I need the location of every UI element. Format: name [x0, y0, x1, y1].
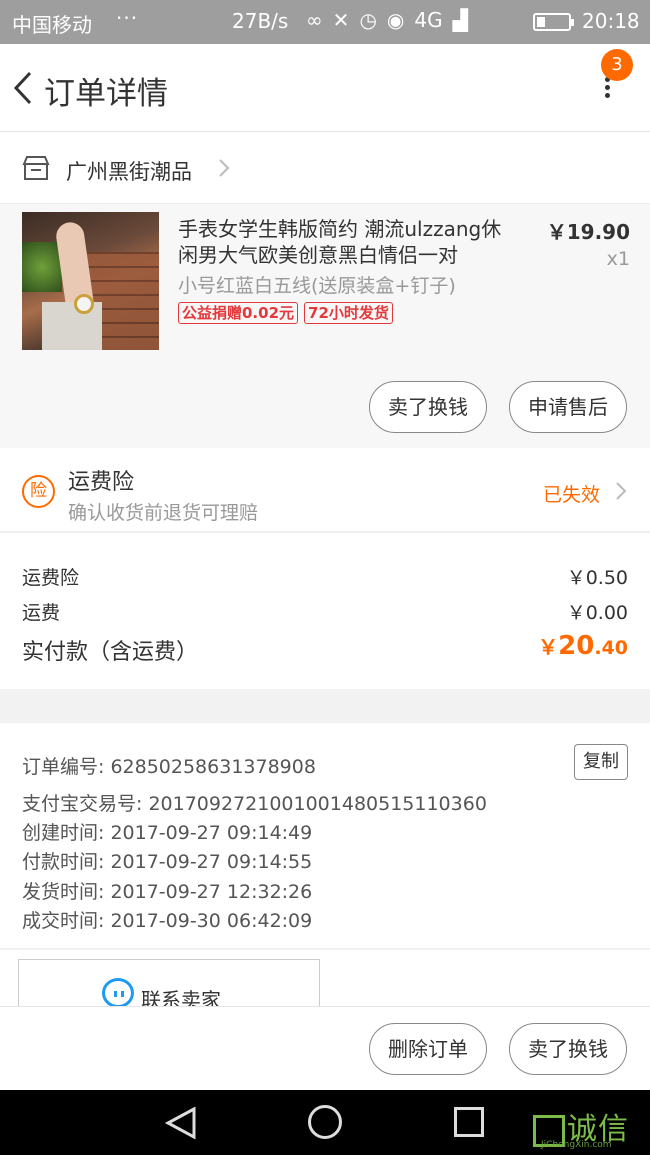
notification-badge: 3 [601, 49, 633, 81]
store-icon [22, 156, 50, 180]
total-value: ￥20.40 [538, 631, 628, 661]
product-thumbnail[interactable] [22, 212, 159, 350]
nav-recent-icon[interactable] [454, 1107, 484, 1137]
insurance-title: 运费险 [68, 470, 135, 495]
product-tags: 公益捐赠0.02元 72小时发货 [178, 302, 393, 324]
shipped-time: 发货时间: 2017-09-27 12:32:26 [22, 881, 313, 903]
network-speed: 27B/s [232, 9, 289, 33]
status-icons: ∞ ✕ ◷ ◉ 4G ▟ [306, 8, 468, 32]
delete-order-button[interactable]: 删除订单 [369, 1023, 487, 1075]
watermark-url: JiChengXin.com [541, 1140, 612, 1150]
clock: 20:18 [582, 9, 640, 33]
fee-label: 运费险 [22, 567, 80, 589]
order-info: 订单编号: 62850258631378908 复制 支付宝交易号: 20170… [0, 723, 650, 949]
completed-time: 成交时间: 2017-09-30 06:42:09 [22, 910, 313, 932]
contact-area: 联系卖家 [0, 950, 650, 1006]
sync-icon: ∞ [306, 8, 323, 32]
shipping-insurance-row[interactable]: 险 运费险 确认收货前退货可理赔 已失效 [0, 448, 650, 532]
resell-button[interactable]: 卖了换钱 [369, 381, 487, 433]
signal-icon: ▟ [452, 8, 468, 32]
insurance-subtitle: 确认收货前退货可理赔 [68, 502, 259, 524]
resell-button-bottom[interactable]: 卖了换钱 [509, 1023, 627, 1075]
product-item: 手表女学生韩版简约 潮流ulzzang休闲男大气欧美创意黑白情侣一对 小号红蓝白… [0, 204, 650, 448]
contact-label: 联系卖家 [141, 988, 221, 1006]
total-label: 实付款（含运费） [22, 640, 199, 665]
fee-row-total: 实付款（含运费） ￥20.40 [22, 631, 628, 666]
created-time: 创建时间: 2017-09-27 09:14:49 [22, 822, 313, 844]
order-number: 订单编号: 62850258631378908 [22, 756, 316, 778]
chat-icon [102, 978, 134, 1006]
product-name[interactable]: 手表女学生韩版简约 潮流ulzzang休闲男大气欧美创意黑白情侣一对 [178, 216, 518, 268]
bottom-action-bar: 删除订单 卖了换钱 [0, 1006, 650, 1090]
page-title: 订单详情 [44, 76, 168, 112]
back-arrow-icon[interactable] [10, 68, 38, 108]
copy-button[interactable]: 复制 [574, 744, 628, 780]
nav-back-icon[interactable] [164, 1106, 198, 1140]
battery-icon [533, 13, 574, 31]
insurance-icon: 险 [22, 475, 55, 508]
fee-value: ￥0.50 [566, 567, 628, 589]
shop-name: 广州黑街潮品 [66, 160, 192, 184]
fee-label: 运费 [22, 602, 61, 624]
fee-value: ￥0.00 [566, 602, 628, 624]
alipay-number: 支付宝交易号: 2017092721001001480515110360 [22, 793, 487, 815]
total-integer: 20 [558, 631, 595, 661]
nav-bar: 订单详情 3 [0, 44, 650, 132]
fee-row-insurance: 运费险 ￥0.50 [22, 563, 628, 590]
product-sku: 小号红蓝白五线(送原装盒+钉子) [178, 275, 456, 297]
tag-charity: 公益捐赠0.02元 [178, 302, 299, 324]
notification-dots: ··· [116, 6, 139, 30]
product-quantity: x1 [606, 248, 630, 270]
mute-icon: ✕ [332, 8, 350, 32]
network-type: 4G [414, 8, 443, 32]
contact-seller-button[interactable]: 联系卖家 [18, 959, 320, 1006]
after-sales-button[interactable]: 申请售后 [509, 381, 627, 433]
total-currency: ￥ [538, 635, 559, 659]
status-bar: 中国移动 ··· 27B/s ∞ ✕ ◷ ◉ 4G ▟ 20:18 [0, 0, 650, 44]
eye-icon: ◉ [386, 8, 405, 32]
carrier-name: 中国移动 [12, 13, 92, 37]
system-nav-bar: 诚信 JiChengXin.com [0, 1090, 650, 1155]
chevron-right-icon [219, 159, 230, 177]
fee-row-shipping: 运费 ￥0.00 [22, 598, 628, 625]
alarm-icon: ◷ [359, 8, 377, 32]
nav-home-icon[interactable] [308, 1105, 342, 1139]
chevron-right-icon [616, 482, 627, 500]
insurance-status: 已失效 [543, 484, 601, 506]
total-decimal: .40 [594, 637, 628, 659]
tag-shipping: 72小时发货 [304, 302, 393, 324]
fee-summary: 运费险 ￥0.50 运费 ￥0.00 实付款（含运费） ￥20.40 [0, 533, 650, 689]
product-price: ￥19.90 [546, 220, 630, 244]
shop-row[interactable]: 广州黑街潮品 [0, 132, 650, 204]
paid-time: 付款时间: 2017-09-27 09:14:55 [22, 851, 313, 873]
